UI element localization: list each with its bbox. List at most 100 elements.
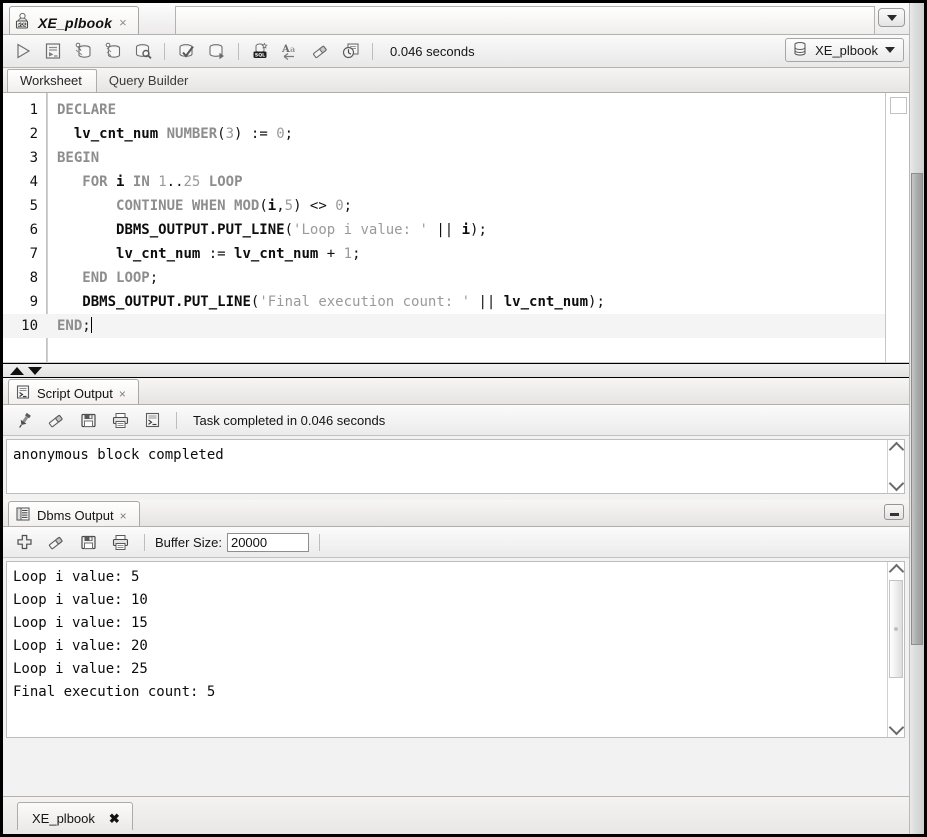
rollback-button[interactable] <box>203 38 230 64</box>
toolbar-separator <box>176 411 177 429</box>
code-token: DBMS_OUTPUT.PUT_LINE <box>82 294 251 310</box>
clear-button[interactable] <box>43 529 70 555</box>
unshared-sql-worksheet-button[interactable]: SQL <box>247 38 274 64</box>
tab-worksheet[interactable]: Worksheet <box>7 69 97 92</box>
code-editor-area: 1 DECLARE 2 lv_cnt_num NUMBER(3) := 0; 3 BEG… <box>3 93 911 363</box>
script-output-content[interactable]: anonymous block completed <box>6 439 905 494</box>
code-line: 10 END; <box>3 314 885 338</box>
line-text: FOR i IN 1..25 LOOP <box>43 170 243 194</box>
code-token: 1 <box>343 246 353 262</box>
database-icon <box>792 41 808 60</box>
pin-button[interactable] <box>11 407 38 433</box>
code-token: , <box>276 198 285 214</box>
dbms-output-content[interactable]: Loop i value: 5 Loop i value: 10 Loop i … <box>6 561 905 738</box>
code-token: ; <box>284 126 294 142</box>
script-output-scrollbar[interactable] <box>887 440 904 493</box>
tab-script-output[interactable]: Script Output × <box>8 379 139 404</box>
worksheet-tabstrip: SQL XE_plbook × <box>3 3 911 35</box>
code-token: 25 <box>183 174 201 190</box>
explain-plan-button[interactable] <box>69 38 96 64</box>
code-token: ; <box>352 246 361 262</box>
tab-query-builder[interactable]: Query Builder <box>97 69 202 92</box>
code-token: BEGIN <box>57 150 100 166</box>
chevron-down-icon <box>888 719 904 736</box>
sql-code-editor[interactable]: 1 DECLARE 2 lv_cnt_num NUMBER(3) := 0; 3 BEG… <box>3 93 886 362</box>
clear-button[interactable] <box>307 38 334 64</box>
save-button[interactable] <box>75 529 102 555</box>
worksheet-tab-xe-plbook[interactable]: SQL XE_plbook × <box>9 6 139 34</box>
line-text: CONTINUE WHEN MOD(i,5) <> 0; <box>43 194 352 218</box>
code-lines: 1 DECLARE 2 lv_cnt_num NUMBER(3) := 0; 3 BEG… <box>3 98 885 338</box>
code-token: 1 <box>158 174 167 190</box>
bottom-status-bar: XE_plbook ✖ <box>3 796 911 834</box>
code-token: LOOP <box>208 174 243 190</box>
code-token: lv_cnt_num <box>116 246 201 262</box>
status-tab-xe-plbook[interactable]: XE_plbook ✖ <box>17 802 133 830</box>
close-icon[interactable]: × <box>120 509 127 523</box>
dbms-output-scrollbar[interactable] <box>887 562 904 737</box>
svg-text:SQL: SQL <box>17 22 27 28</box>
close-icon[interactable]: × <box>119 387 126 401</box>
line-number: 6 <box>29 222 38 238</box>
script-output-icon <box>15 384 31 403</box>
scroll-track[interactable] <box>888 578 904 721</box>
code-line: 5 CONTINUE WHEN MOD(i,5) <> 0; <box>3 194 885 218</box>
window-scroll-thumb[interactable] <box>911 173 923 645</box>
code-token: ); <box>470 222 487 238</box>
svg-text:SQL: SQL <box>254 52 264 58</box>
worksheet-subtabs: Worksheet Query Builder <box>3 68 911 93</box>
scroll-down-arrow[interactable] <box>888 719 904 737</box>
commit-button[interactable] <box>173 38 200 64</box>
editor-splitter[interactable] <box>3 363 911 378</box>
code-line: 9 DBMS_OUTPUT.PUT_LINE('Final execution … <box>3 290 885 314</box>
print-button[interactable] <box>107 407 134 433</box>
history-clock-icon <box>341 41 361 61</box>
code-token: + <box>318 246 344 262</box>
code-token: ) := <box>234 126 277 142</box>
scroll-track[interactable] <box>888 456 904 477</box>
autotrace-button[interactable] <box>99 38 126 64</box>
collapse-up-icon[interactable] <box>10 366 24 375</box>
code-token: 0 <box>335 198 344 214</box>
toolbar-separator <box>238 42 239 60</box>
connection-selector[interactable]: XE_plbook <box>785 38 904 62</box>
save-button[interactable] <box>75 407 102 433</box>
script-output-tabstrip: Script Output × <box>3 378 911 405</box>
scroll-up-arrow[interactable] <box>888 562 904 580</box>
run-script-button[interactable] <box>39 38 66 64</box>
script-output-status-label: Task completed in 0.046 seconds <box>193 412 386 428</box>
clear-button[interactable] <box>43 407 70 433</box>
tab-dbms-output[interactable]: Dbms Output × <box>8 501 140 526</box>
buffer-size-input[interactable] <box>226 532 309 552</box>
dbms-output-toolbar: Buffer Size: <box>3 527 911 558</box>
run-statement-button[interactable] <box>9 38 36 64</box>
script-output-toolbar: Task completed in 0.046 seconds <box>3 405 911 436</box>
close-icon[interactable]: ✖ <box>109 811 120 827</box>
minimize-panel-button[interactable] <box>884 504 904 520</box>
printer-icon <box>111 411 130 430</box>
open-in-editor-button[interactable] <box>139 407 166 433</box>
code-token: lv_cnt_num <box>73 126 159 142</box>
sql-history-button[interactable] <box>337 38 364 64</box>
svg-text:a: a <box>290 44 295 54</box>
print-button[interactable] <box>107 529 134 555</box>
close-icon[interactable]: × <box>117 16 129 29</box>
sql-history-query-button[interactable] <box>129 38 156 64</box>
window-scrollbar[interactable] <box>909 3 924 834</box>
scroll-thumb[interactable] <box>889 580 903 678</box>
enable-dbms-output-button[interactable] <box>11 529 38 555</box>
tabstrip-dropdown-button[interactable] <box>878 8 905 27</box>
editor-scrollbar[interactable] <box>886 93 911 362</box>
code-token: || <box>427 222 462 238</box>
scroll-down-arrow[interactable] <box>888 475 904 493</box>
scroll-up-arrow[interactable] <box>888 440 904 458</box>
code-line: 2 lv_cnt_num NUMBER(3) := 0; <box>3 122 885 146</box>
collapse-down-icon[interactable] <box>28 366 42 375</box>
to-upper-lower-button[interactable]: A a <box>277 38 304 64</box>
